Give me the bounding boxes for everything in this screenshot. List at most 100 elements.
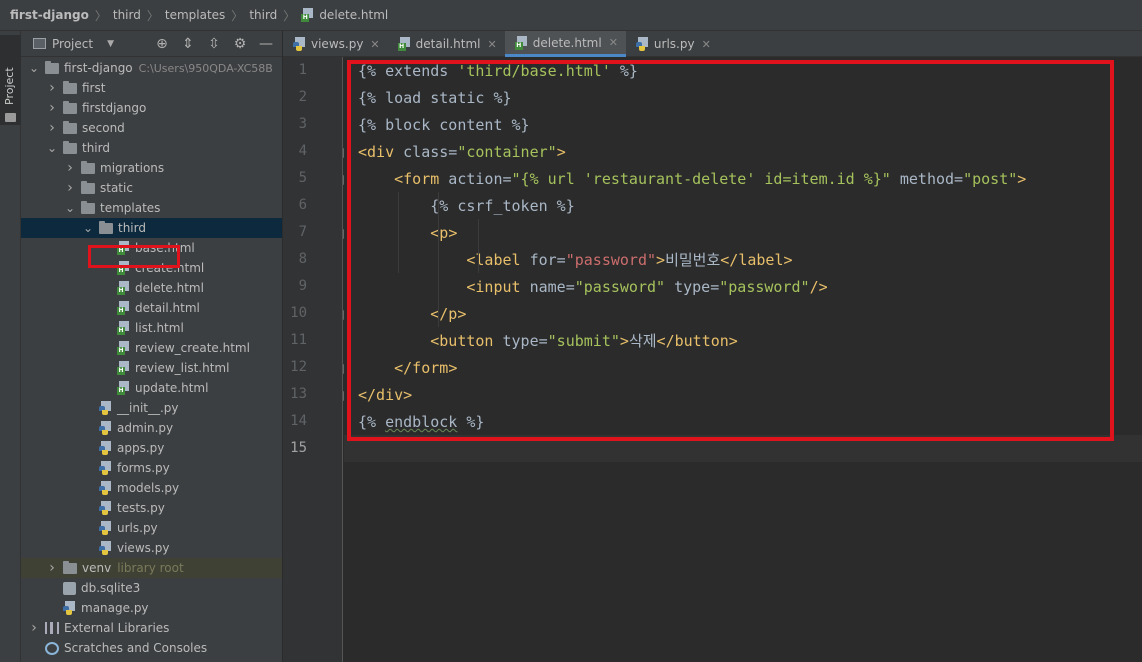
project-path-hint: C:\Users\950QDA-XC58B — [138, 61, 273, 75]
html-file-icon: H — [117, 321, 130, 335]
chevron-down-icon[interactable]: ⌄ — [47, 141, 57, 155]
tree-item-label: Scratches and Consoles — [64, 641, 208, 655]
tree-item-firstdjango[interactable]: › firstdjango — [21, 98, 282, 118]
chevron-down-icon: ▼ — [107, 38, 114, 49]
folder-icon — [63, 100, 77, 114]
project-panel-toolbar: ⊕ ⇕ ⇳ ⚙ — — [154, 34, 274, 54]
python-file-icon — [63, 601, 76, 615]
tree-item-templates[interactable]: ⌄ templates — [21, 198, 282, 218]
tree-item-first-django[interactable]: ⌄ first-django C:\Users\950QDA-XC58B — [21, 58, 282, 78]
tree-item-third[interactable]: ⌄ third — [21, 138, 282, 158]
breadcrumb-item-third-templates[interactable]: third — [249, 8, 277, 22]
tab-views-py[interactable]: views.py ✕ — [283, 31, 388, 57]
chevron-right-icon[interactable]: › — [47, 100, 57, 116]
chevron-right-icon[interactable]: › — [65, 180, 75, 196]
tree-item-list-html[interactable]: Hlist.html — [21, 318, 282, 338]
tree-item-apps-py[interactable]: apps.py — [21, 438, 282, 458]
locate-target-icon[interactable]: ⊕ — [154, 34, 170, 54]
tree-item-external-libraries[interactable]: › External Libraries — [21, 618, 282, 638]
tree-item-venv[interactable]: › venv library root — [21, 558, 282, 578]
tree-item-label: list.html — [135, 321, 184, 335]
breadcrumb: first-django 〉 third 〉 templates 〉 third… — [0, 0, 1142, 31]
tree-item-label: urls.py — [117, 521, 158, 535]
tree-item-init-py[interactable]: __init__.py — [21, 398, 282, 418]
tree-item-static[interactable]: › static — [21, 178, 282, 198]
tree-item-views-py[interactable]: views.py — [21, 538, 282, 558]
line-number: 11 — [290, 332, 307, 348]
line-number: 7 — [298, 224, 307, 240]
line-number: 12 — [290, 359, 307, 375]
tree-item-models-py[interactable]: models.py — [21, 478, 282, 498]
chevron-right-icon[interactable]: › — [29, 620, 39, 636]
line-number: 1 — [298, 62, 307, 78]
html-file-icon: H — [117, 381, 130, 395]
tree-item-review-create-html[interactable]: Hreview_create.html — [21, 338, 282, 358]
tree-item-second[interactable]: › second — [21, 118, 282, 138]
tree-item-label: review_create.html — [135, 341, 250, 355]
html-file-icon: H — [117, 301, 130, 315]
library-icon — [45, 622, 59, 634]
database-file-icon — [63, 581, 76, 595]
python-file-icon — [99, 541, 112, 555]
tree-item-tests-py[interactable]: tests.py — [21, 498, 282, 518]
tab-label: detail.html — [415, 37, 481, 51]
tree-item-label: first — [82, 81, 106, 95]
collapse-all-icon[interactable]: ⇳ — [206, 34, 222, 54]
chevron-right-icon[interactable]: › — [65, 160, 75, 176]
library-root-hint: library root — [117, 561, 184, 575]
tree-item-first[interactable]: › first — [21, 78, 282, 98]
html-file-icon: H — [514, 35, 528, 50]
editor-gutter: 1 2 3 4 5 6 7 8 9 10 11 12 13 14 15 — [283, 57, 351, 662]
chevron-down-icon[interactable]: ⌄ — [29, 61, 39, 75]
tree-item-third[interactable]: ⌄ third — [21, 218, 282, 238]
close-icon[interactable]: ✕ — [609, 36, 618, 49]
close-icon[interactable]: ✕ — [488, 38, 497, 51]
expand-all-icon[interactable]: ⇕ — [180, 34, 196, 54]
chevron-right-icon[interactable]: › — [47, 120, 57, 136]
tree-item-forms-py[interactable]: forms.py — [21, 458, 282, 478]
tree-item-review-list-html[interactable]: Hreview_list.html — [21, 358, 282, 378]
chevron-right-icon[interactable]: › — [47, 80, 57, 96]
project-view-selector[interactable]: Project ▼ — [33, 37, 114, 51]
project-tool-tab-label: Project — [3, 67, 16, 105]
html-file-icon: H — [117, 361, 130, 375]
scratches-icon — [45, 641, 59, 655]
project-tool-tab[interactable]: Project — [0, 35, 21, 125]
tab-label: delete.html — [532, 35, 602, 50]
close-icon[interactable]: ✕ — [370, 38, 379, 51]
chevron-down-icon[interactable]: ⌄ — [65, 201, 75, 215]
tree-item-db-sqlite3[interactable]: db.sqlite3 — [21, 578, 282, 598]
project-panel-header: Project ▼ ⊕ ⇕ ⇳ ⚙ — — [21, 31, 282, 57]
html-file-icon: H — [397, 37, 411, 51]
tree-item-detail-html[interactable]: Hdetail.html — [21, 298, 282, 318]
breadcrumb-separator: 〉 — [146, 8, 159, 23]
tree-item-scratches-and-consoles[interactable]: Scratches and Consoles — [21, 638, 282, 658]
tree-item-manage-py[interactable]: manage.py — [21, 598, 282, 618]
tree-item-label: admin.py — [117, 421, 174, 435]
tree-item-label: review_list.html — [135, 361, 230, 375]
tree-item-update-html[interactable]: Hupdate.html — [21, 378, 282, 398]
breadcrumb-item-third[interactable]: third — [113, 8, 141, 22]
html-file-icon: H — [117, 341, 130, 355]
close-icon[interactable]: ✕ — [702, 38, 711, 51]
chevron-down-icon[interactable]: ⌄ — [83, 221, 93, 235]
project-panel-title: Project — [52, 36, 94, 51]
folder-icon — [63, 560, 77, 574]
tree-item-delete-html[interactable]: Hdelete.html — [21, 278, 282, 298]
tree-item-urls-py[interactable]: urls.py — [21, 518, 282, 538]
tab-delete-html[interactable]: Hdelete.html ✕ — [504, 31, 626, 57]
tab-detail-html[interactable]: Hdetail.html ✕ — [388, 31, 505, 57]
tree-item-label: detail.html — [135, 301, 200, 315]
breadcrumb-item-templates[interactable]: templates — [165, 8, 225, 22]
gear-icon[interactable]: ⚙ — [232, 34, 248, 54]
highlight-box-delete-file — [88, 245, 180, 268]
chevron-right-icon[interactable]: › — [47, 560, 57, 576]
tree-item-label: firstdjango — [82, 101, 147, 115]
tab-urls-py[interactable]: urls.py ✕ — [626, 31, 719, 57]
tree-item-admin-py[interactable]: admin.py — [21, 418, 282, 438]
tree-item-label: migrations — [100, 161, 165, 175]
breadcrumb-item-project[interactable]: first-django — [10, 8, 89, 22]
hide-icon[interactable]: — — [258, 34, 274, 54]
breadcrumb-item-file[interactable]: H delete.html — [301, 8, 388, 22]
tree-item-migrations[interactable]: › migrations — [21, 158, 282, 178]
